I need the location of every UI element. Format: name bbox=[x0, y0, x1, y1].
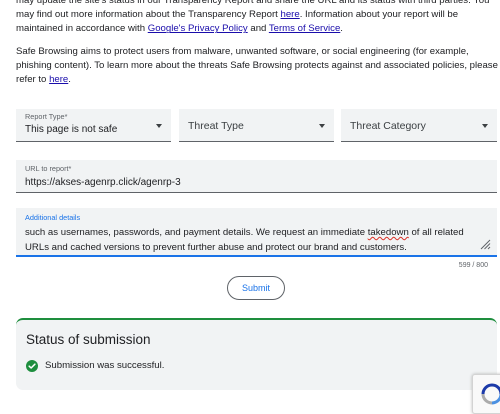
transparency-report-link[interactable]: here bbox=[281, 9, 300, 20]
url-value: https://akses-agenrp.click/agenrp-3 bbox=[25, 177, 181, 188]
threat-category-placeholder: Threat Category bbox=[350, 120, 426, 132]
url-input[interactable]: URL to report* https://akses-agenrp.clic… bbox=[16, 160, 497, 193]
misspelled-word: takedown bbox=[367, 227, 409, 238]
threat-type-placeholder: Threat Type bbox=[188, 120, 244, 132]
recaptcha-badge[interactable] bbox=[472, 374, 500, 414]
recaptcha-icon bbox=[481, 383, 500, 405]
details-text-segment: of all related bbox=[408, 227, 464, 238]
threat-type-select[interactable]: Threat Type bbox=[179, 109, 334, 142]
report-type-select[interactable]: Report Type* This page is not safe bbox=[16, 109, 171, 142]
intro-text-segment: . bbox=[340, 23, 343, 35]
intro-paragraph-safe-browsing: Safe Browsing aims to protect users from… bbox=[16, 45, 500, 88]
url-label: URL to report* bbox=[25, 164, 72, 173]
submission-status-panel: Status of submission Submission was succ… bbox=[16, 318, 497, 390]
character-counter: 599 / 800 bbox=[458, 262, 488, 269]
intro-text: may update the site's status in our Tran… bbox=[16, 0, 500, 87]
additional-details-label: Additional details bbox=[25, 213, 81, 222]
dropdown-arrow-icon bbox=[156, 124, 162, 128]
intro-text-segment: and bbox=[247, 23, 269, 35]
status-message: Submission was successful. bbox=[45, 360, 165, 371]
details-text-segment: URLs and cached versions to prevent furt… bbox=[25, 241, 407, 253]
threat-category-select[interactable]: Threat Category bbox=[341, 109, 497, 142]
intro-text-segment: Safe Browsing aims to protect users from… bbox=[16, 45, 498, 86]
resize-handle-icon[interactable] bbox=[480, 239, 491, 250]
dropdown-arrow-icon bbox=[482, 124, 488, 128]
report-type-label: Report Type* bbox=[25, 112, 68, 121]
additional-details-text: such as usernames, passwords, and paymen… bbox=[25, 226, 475, 255]
privacy-policy-link[interactable]: Google's Privacy Policy bbox=[148, 23, 248, 34]
terms-of-service-link[interactable]: Terms of Service bbox=[269, 23, 340, 34]
dropdown-arrow-icon bbox=[319, 124, 325, 128]
check-circle-icon bbox=[26, 360, 38, 372]
status-title: Status of submission bbox=[26, 332, 151, 347]
threats-info-link[interactable]: here bbox=[49, 74, 68, 85]
submit-button[interactable]: Submit bbox=[227, 276, 285, 300]
report-type-value: This page is not safe bbox=[25, 124, 118, 135]
intro-text-segment: . bbox=[68, 74, 71, 86]
details-text-segment: such as usernames, passwords, and paymen… bbox=[25, 227, 368, 238]
additional-details-textarea[interactable]: Additional details such as usernames, pa… bbox=[16, 208, 497, 257]
intro-paragraph-transparency: may update the site's status in our Tran… bbox=[16, 0, 500, 37]
